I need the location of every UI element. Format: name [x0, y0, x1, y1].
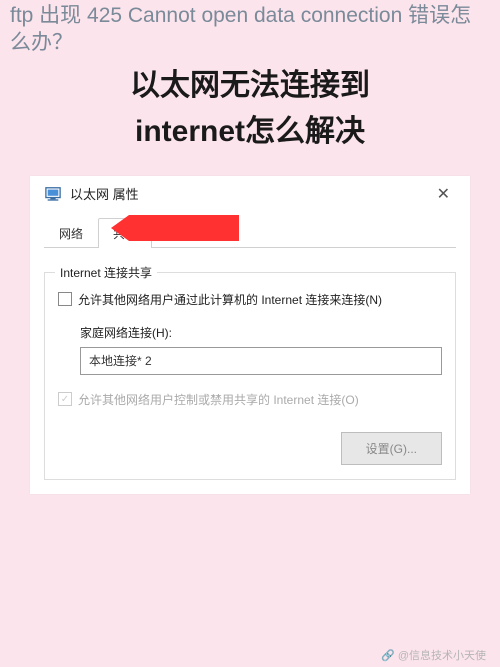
tab-sharing[interactable]: 共享 — [98, 218, 152, 248]
group-title: Internet 连接共享 — [55, 264, 157, 281]
page-title: 以太网无法连接到 internet怎么解决 — [0, 63, 500, 156]
ethernet-icon — [44, 186, 62, 202]
dialog-titlebar: 以太网 属性 ✕ — [44, 184, 456, 212]
allow-control-row: 允许其他网络用户控制或禁用共享的 Internet 连接(O) — [58, 391, 442, 408]
home-network-label: 家庭网络连接(H): — [80, 324, 442, 341]
tab-network[interactable]: 网络 — [44, 218, 98, 248]
allow-sharing-label: 允许其他网络用户通过此计算机的 Internet 连接来连接(N) — [78, 291, 382, 308]
page-intro-text: ftp 出现 425 Cannot open data connection 错… — [0, 0, 500, 57]
dialog-title-text: 以太网 属性 — [70, 184, 423, 203]
title-line-2: internet怎么解决 — [0, 109, 500, 156]
ethernet-properties-dialog: 以太网 属性 ✕ 网络 共享 Internet 连接共享 允许其他网络用户通过此… — [30, 176, 470, 494]
button-row: 设置(G)... — [58, 432, 442, 465]
allow-sharing-checkbox[interactable] — [58, 292, 72, 306]
allow-control-checkbox — [58, 392, 72, 406]
close-icon[interactable]: ✕ — [431, 184, 456, 204]
tab-bar: 网络 共享 — [44, 218, 456, 248]
allow-control-label: 允许其他网络用户控制或禁用共享的 Internet 连接(O) — [78, 391, 359, 408]
title-line-1: 以太网无法连接到 — [0, 63, 500, 110]
allow-sharing-row[interactable]: 允许其他网络用户通过此计算机的 Internet 连接来连接(N) — [58, 291, 442, 308]
settings-button: 设置(G)... — [341, 432, 442, 465]
home-network-input[interactable] — [80, 347, 442, 375]
internet-sharing-group: Internet 连接共享 允许其他网络用户通过此计算机的 Internet 连… — [44, 272, 456, 480]
watermark-text: 🔗 @信息技术小天使 — [381, 647, 486, 663]
